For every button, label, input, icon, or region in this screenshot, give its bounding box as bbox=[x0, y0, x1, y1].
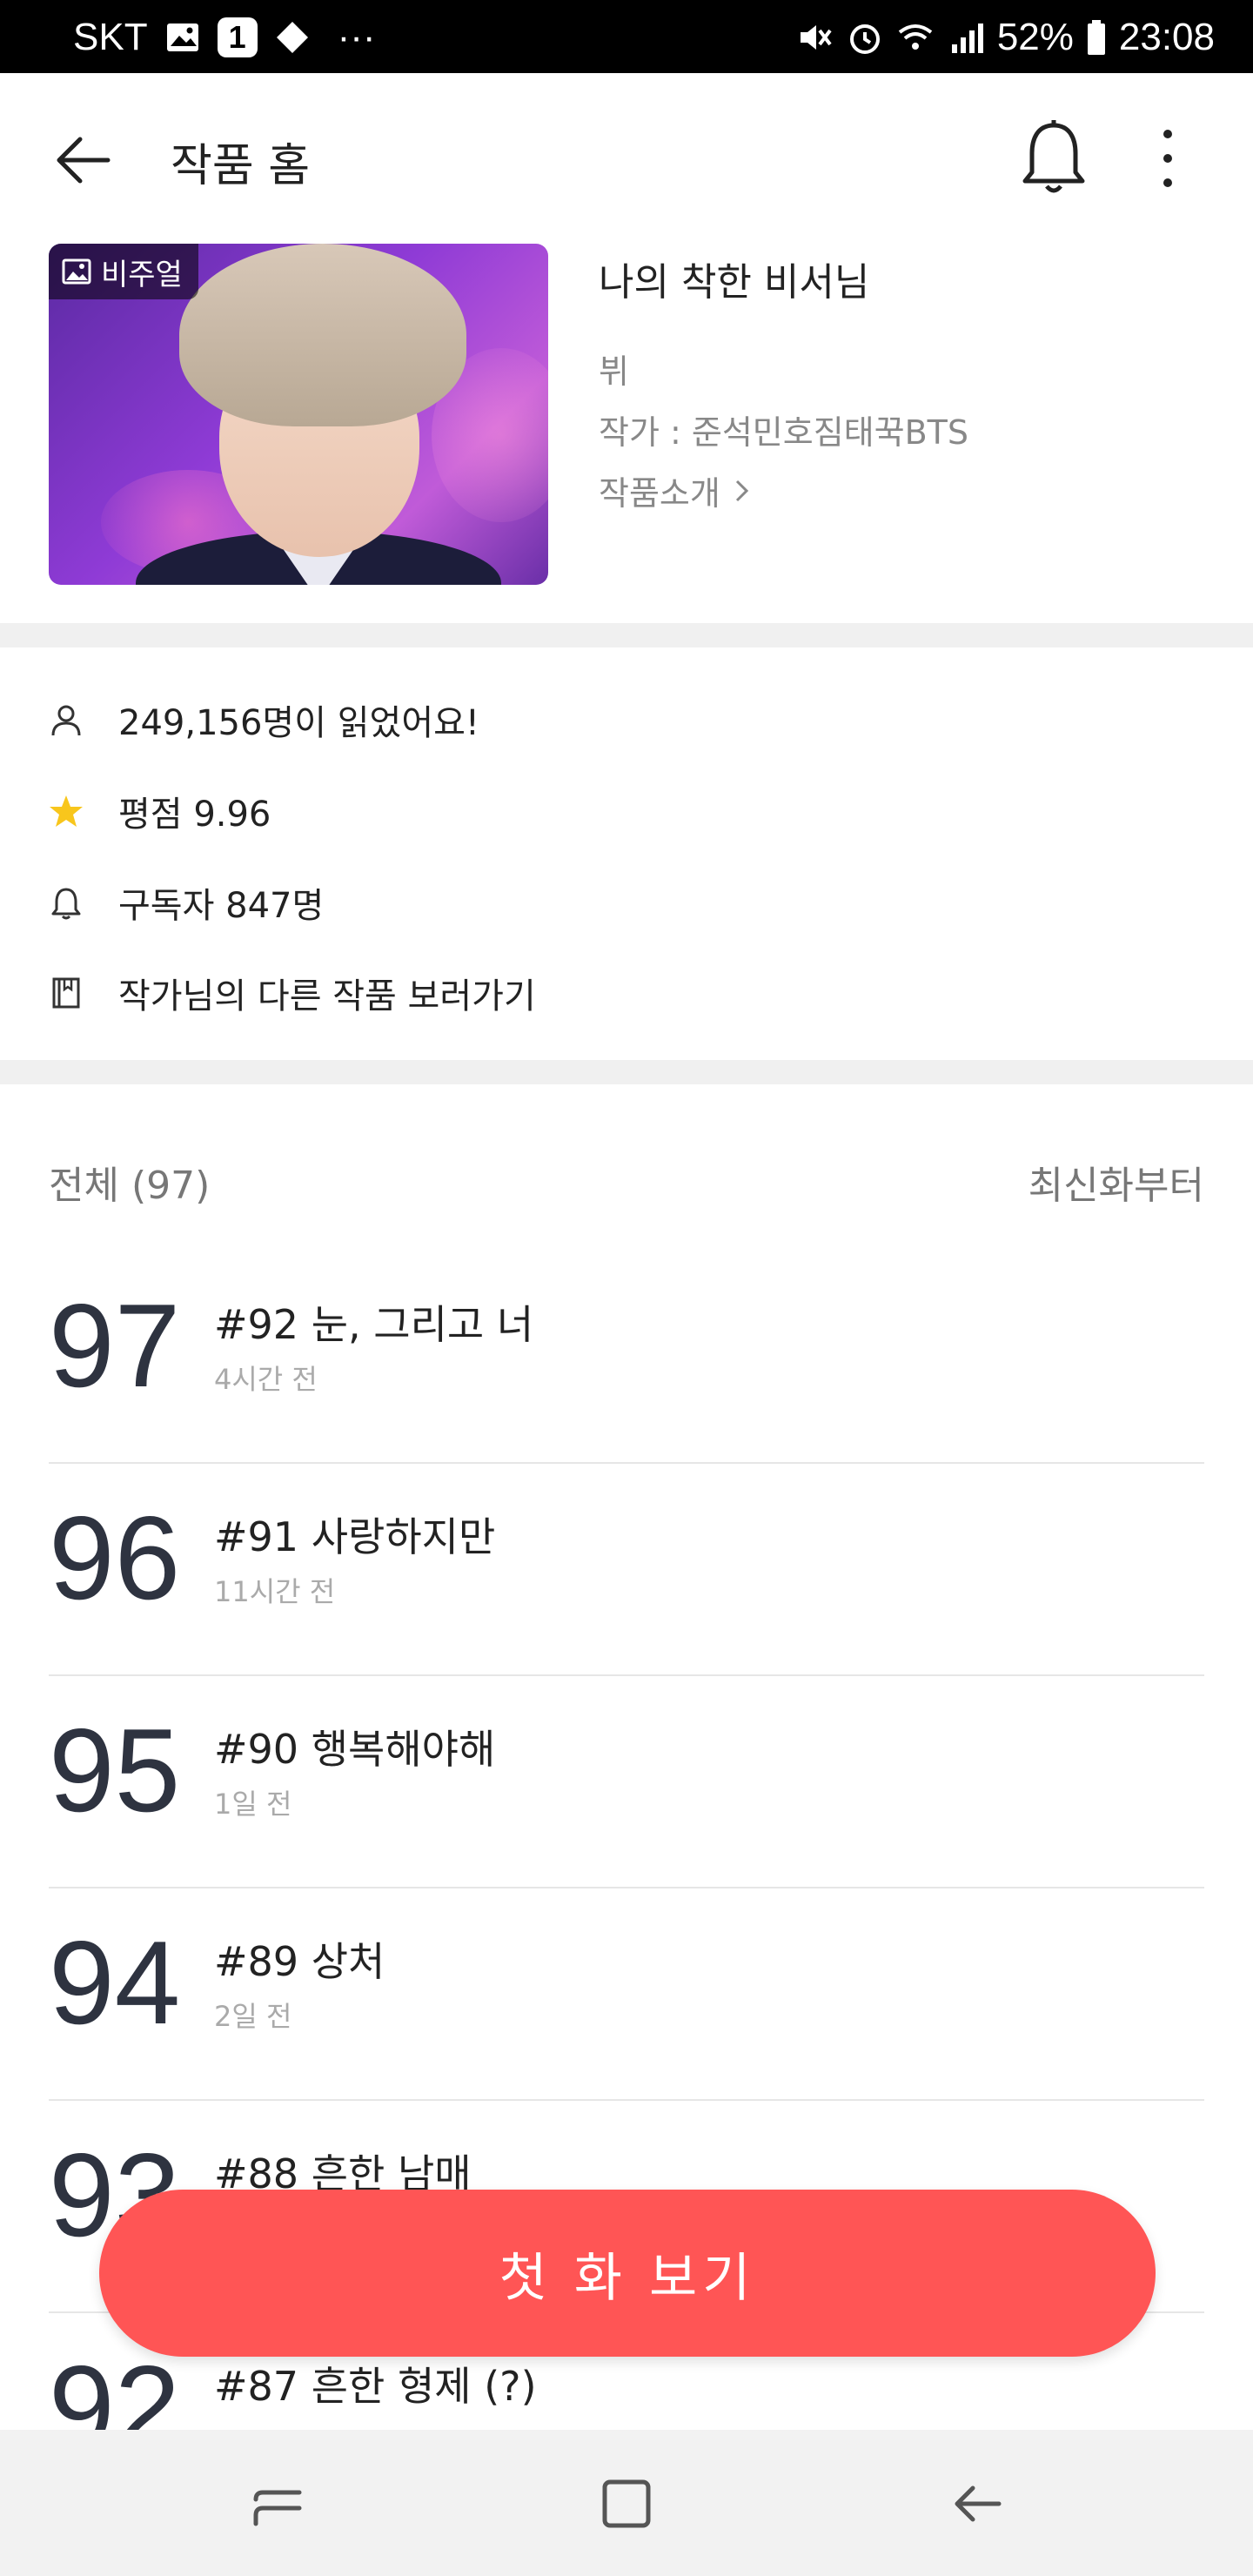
recent-apps-icon[interactable] bbox=[247, 2473, 308, 2534]
alarm-icon bbox=[849, 24, 880, 54]
status-bar: SKT 1 ··· 52% 23:08 bbox=[0, 0, 1253, 73]
episode-time: 2일 전 bbox=[214, 2000, 292, 2033]
rating-stat: 평점 9.96 bbox=[49, 786, 271, 836]
chevron-right-icon bbox=[735, 480, 748, 501]
episode-row[interactable]: 96 #91 사랑하지만 11시간 전 bbox=[49, 1464, 1204, 1676]
battery-percent: 52% bbox=[996, 16, 1074, 58]
episode-total: 전체 (97) bbox=[49, 1164, 211, 1208]
episode-title: #91 사랑하지만 bbox=[214, 1513, 496, 1560]
system-nav-bar bbox=[0, 2430, 1253, 2576]
episode-list-header: 전체 (97) 최신화부터 bbox=[49, 1149, 1204, 1210]
battery-icon bbox=[1087, 20, 1105, 55]
home-icon[interactable] bbox=[596, 2473, 657, 2534]
work-title: 나의 착한 비서님 bbox=[599, 260, 870, 305]
readers-text: 249,156명이 읽었어요! bbox=[118, 703, 479, 743]
episode-time: 4시간 전 bbox=[214, 1363, 318, 1396]
bell-icon bbox=[51, 888, 81, 920]
back-nav-icon[interactable] bbox=[947, 2473, 1008, 2534]
episode-title: #90 행복해야해 bbox=[214, 1726, 496, 1773]
visual-badge: 비주얼 bbox=[49, 244, 198, 299]
episode-time: 11시간 전 bbox=[214, 1575, 336, 1608]
work-character: 뷔 bbox=[599, 352, 629, 391]
first-episode-button[interactable]: 첫 화 보기 bbox=[99, 2190, 1156, 2357]
section-divider bbox=[0, 623, 1253, 647]
clock-time: 23:08 bbox=[1118, 16, 1215, 58]
back-arrow-icon[interactable] bbox=[49, 125, 118, 195]
episode-row[interactable]: 95 #90 행복해야해 1일 전 bbox=[49, 1676, 1204, 1888]
section-divider bbox=[0, 1060, 1253, 1084]
episode-title: #87 흔한 형제 (?) bbox=[214, 2363, 537, 2410]
signal-icon bbox=[951, 23, 983, 53]
notification-count-badge: 1 bbox=[217, 17, 258, 57]
more-vert-icon[interactable] bbox=[1147, 122, 1189, 195]
episode-row[interactable]: 94 #89 상처 2일 전 bbox=[49, 1888, 1204, 2101]
carrier-label: SKT bbox=[73, 16, 148, 58]
notification-icon bbox=[276, 22, 308, 53]
other-works-text: 작가님의 다른 작품 보러가기 bbox=[118, 976, 536, 1016]
readers-stat: 249,156명이 읽었어요! bbox=[49, 694, 479, 745]
mute-icon bbox=[800, 25, 832, 50]
episode-number: 94 bbox=[49, 1916, 181, 2049]
episode-title: #89 상처 bbox=[214, 1938, 385, 1985]
episode-number: 97 bbox=[49, 1279, 181, 1412]
work-intro-label: 작품소개 bbox=[599, 474, 720, 513]
wifi-icon bbox=[898, 24, 933, 50]
episode-time: 1일 전 bbox=[214, 1788, 292, 1821]
cover-image[interactable]: 비주얼 bbox=[49, 244, 548, 585]
sort-order-button[interactable]: 최신화부터 bbox=[1029, 1154, 1204, 1210]
image-icon bbox=[62, 258, 91, 285]
subscribers-text: 구독자 847명 bbox=[118, 886, 325, 926]
app-bar: 작품 홈 bbox=[0, 73, 1253, 244]
cover-hair bbox=[179, 244, 466, 426]
episode-row[interactable]: 97 #92 눈, 그리고 너 4시간 전 bbox=[49, 1251, 1204, 1464]
bell-icon[interactable] bbox=[1015, 117, 1093, 200]
rating-text: 평점 9.96 bbox=[118, 795, 271, 835]
work-intro-link[interactable]: 작품소개 bbox=[599, 466, 752, 514]
work-author[interactable]: 작가 : 준석민호짐태꾹BTS bbox=[599, 406, 968, 453]
more-notifications-dots: ··· bbox=[337, 16, 376, 58]
episode-number: 95 bbox=[49, 1704, 181, 1836]
episode-title: #92 눈, 그리고 너 bbox=[214, 1301, 534, 1348]
star-icon bbox=[50, 795, 83, 827]
gallery-notification-icon bbox=[166, 23, 198, 51]
episode-number: 96 bbox=[49, 1492, 181, 1624]
book-icon bbox=[52, 977, 80, 1009]
page-title: 작품 홈 bbox=[171, 140, 311, 192]
person-icon bbox=[51, 705, 81, 736]
visual-badge-label: 비주얼 bbox=[101, 257, 183, 292]
other-works-link[interactable]: 작가님의 다른 작품 보러가기 bbox=[49, 968, 536, 1018]
subscribers-stat: 구독자 847명 bbox=[49, 877, 324, 928]
